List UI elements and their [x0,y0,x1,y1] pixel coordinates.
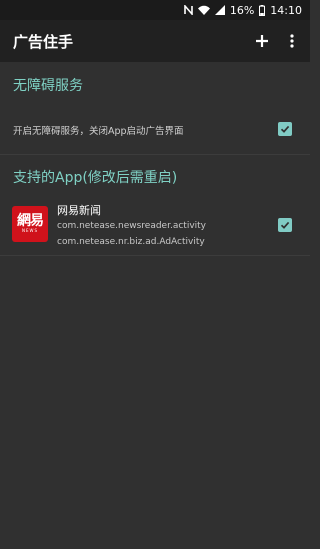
app-activity: com.netease.newsreader.activity [57,221,206,231]
accessibility-setting-label: 开启无障碍服务，关闭App启动广告界面 [13,126,184,137]
status-bar: 16% 14:10 [0,0,310,20]
supported-apps-section-header: 支持的App(修改后需重启) [13,170,178,186]
more-vertical-icon [290,34,294,48]
app-enable-checkbox[interactable] [278,218,292,232]
divider [0,255,310,256]
nfc-icon [184,5,193,15]
battery-percent: 16% [229,3,255,17]
accessibility-section-header: 无障碍服务 [13,78,83,94]
battery-icon [259,4,266,16]
overflow-menu-button[interactable] [284,30,300,52]
add-button[interactable] [251,30,273,52]
wifi-icon [197,5,210,15]
clock: 14:10 [270,3,302,17]
app-bar: 广告住手 [0,20,310,62]
divider [0,154,310,155]
app-activity: com.netease.nr.biz.ad.AdActivity [57,237,205,247]
accessibility-checkbox[interactable] [278,122,292,136]
netease-news-app-icon: 網易 NEWS [12,206,48,242]
plus-icon [256,35,268,47]
app-title: 广告住手 [13,33,74,51]
check-icon [280,125,290,133]
check-icon [280,221,290,229]
signal-icon [214,5,225,15]
app-name: 网易新闻 [57,204,101,217]
list-item[interactable]: 網易 NEWS 网易新闻 com.netease.newsreader.acti… [0,196,310,254]
accessibility-setting-row[interactable]: 开启无障碍服务，关闭App启动广告界面 [0,109,310,149]
